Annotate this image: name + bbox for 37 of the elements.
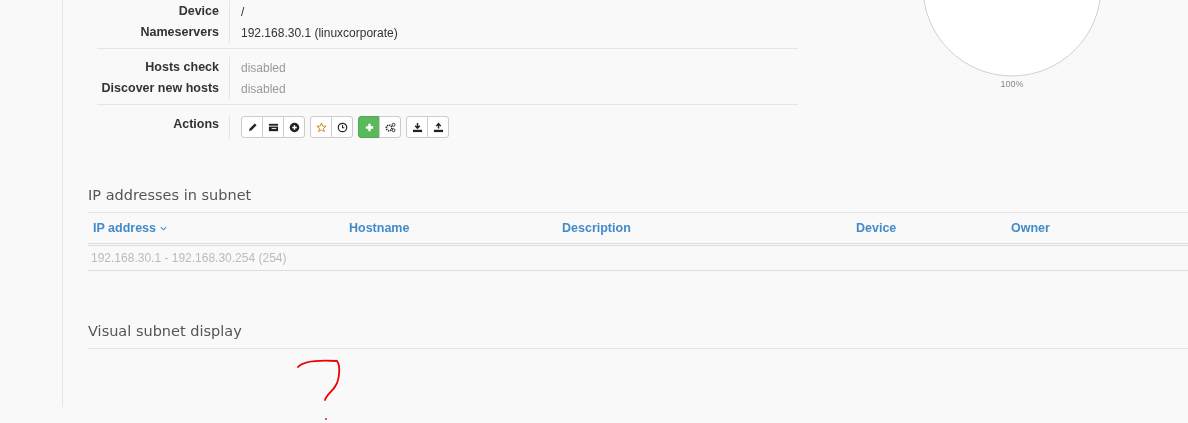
section-title: Visual subnet display: [88, 323, 1188, 349]
star-icon: [315, 121, 327, 133]
column-header[interactable]: Hostname: [349, 221, 410, 235]
star-button[interactable]: [310, 116, 332, 138]
clock-button[interactable]: [331, 116, 353, 138]
gears-button[interactable]: [379, 116, 401, 138]
caret-icon: [160, 226, 167, 232]
plus-button[interactable]: [358, 116, 380, 138]
table-cell: 192.168.30.1 - 192.168.30.254 (254): [91, 251, 287, 265]
field-label: Nameservers: [97, 22, 230, 43]
download-icon: [411, 121, 423, 133]
column-header[interactable]: IP address: [93, 221, 167, 235]
download-button[interactable]: [406, 116, 428, 138]
gears-icon: [384, 121, 396, 133]
pencil-button[interactable]: [241, 116, 263, 138]
list-button[interactable]: [262, 116, 284, 138]
upload-icon: [432, 121, 444, 133]
field-value: 192.168.30.1 (linuxcorporate): [240, 25, 398, 40]
field-label: Hosts check: [97, 57, 230, 78]
plus-circle-button[interactable]: [283, 116, 305, 138]
plus-circle-icon: [288, 121, 300, 133]
pencil-icon: [246, 121, 258, 133]
section-title: IP addresses in subnet: [88, 187, 1188, 213]
column-header[interactable]: Description: [562, 221, 631, 235]
field-value: disabled: [240, 60, 286, 75]
folder-icon: [267, 121, 279, 133]
column-header[interactable]: Owner: [1011, 221, 1050, 235]
field-label: Device: [97, 1, 230, 22]
field-value: disabled: [240, 81, 286, 96]
field-label: Actions: [97, 115, 230, 139]
plus-icon: [363, 121, 375, 133]
field-value: /: [240, 4, 245, 19]
clock-icon: [336, 121, 348, 133]
chart-label: 100%: [1000, 79, 1024, 89]
upload-button[interactable]: [427, 116, 449, 138]
column-header[interactable]: Device: [856, 221, 897, 235]
field-label: Discover new hosts: [97, 78, 230, 99]
